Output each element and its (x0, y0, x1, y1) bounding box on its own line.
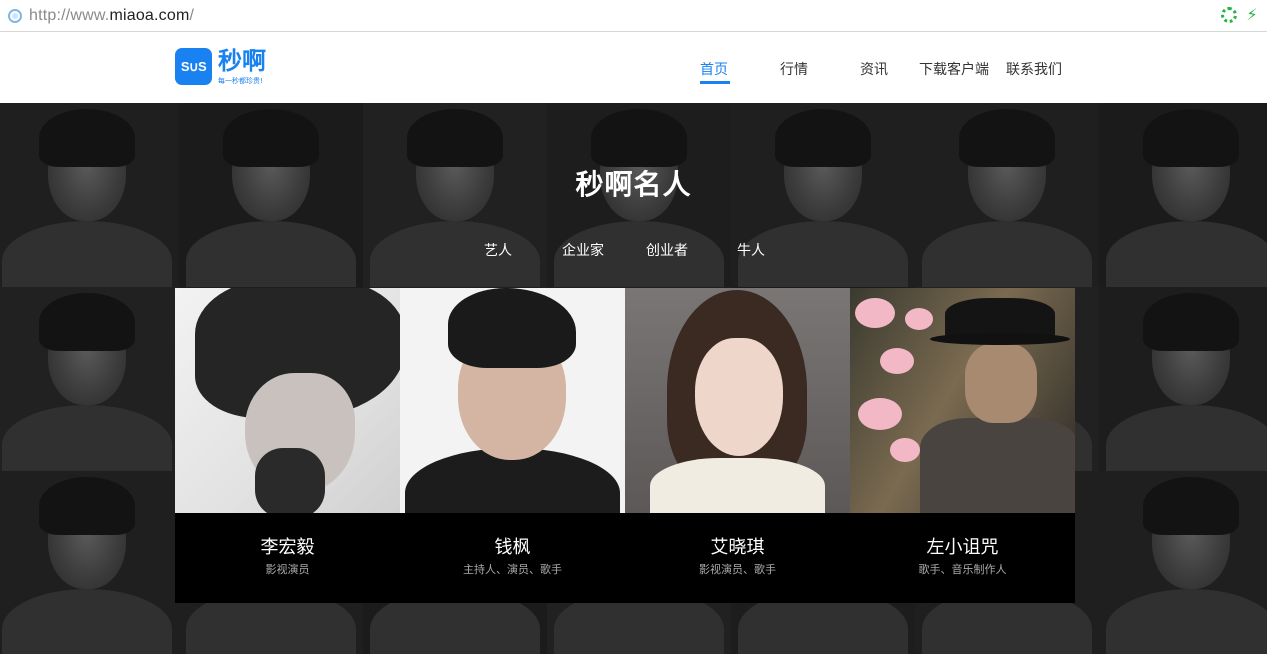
celebrity-card[interactable]: 李宏毅 影视演员 (175, 288, 400, 603)
celebrity-role: 影视演员 (265, 563, 310, 576)
site-logo[interactable]: S∪S 秒啊 每一秒都珍贵! (175, 48, 266, 86)
celebrity-name: 艾晓琪 (710, 537, 765, 558)
site-header: S∪S 秒啊 每一秒都珍贵! 首页 行情 资讯 下载客户端 联系我们 (0, 33, 1267, 103)
browser-address-bar[interactable]: http://www.miaoa.com/ ⚡ (0, 0, 1267, 32)
extension-icon[interactable] (1221, 7, 1237, 23)
tab-founders[interactable]: 创业者 (646, 240, 688, 260)
nav-item-download-client[interactable]: 下载客户端 (919, 59, 989, 79)
category-tabs: 艺人 企业家 创业者 牛人 (0, 240, 1267, 260)
nav-item-contact-us[interactable]: 联系我们 (1006, 59, 1062, 79)
celebrity-card[interactable]: 左小诅咒 歌手、音乐制作人 (850, 288, 1075, 603)
tab-artists[interactable]: 艺人 (484, 240, 512, 260)
celebrity-name: 钱枫 (494, 537, 531, 558)
logo-name: 秒啊 (218, 47, 266, 75)
celebrity-name: 李宏毅 (260, 537, 315, 558)
logo-badge-icon: S∪S (175, 48, 212, 85)
celebrity-photo (625, 288, 850, 513)
url-scheme: http://www. (29, 6, 110, 24)
hero-title: 秒啊名人 (575, 168, 692, 201)
nav-item-news[interactable]: 资讯 (860, 59, 888, 79)
celebrity-photo (850, 288, 1075, 513)
nav-item-market[interactable]: 行情 (780, 59, 808, 79)
celebrity-name: 左小诅咒 (926, 537, 999, 558)
celebrity-card[interactable]: 艾晓琪 影视演员、歌手 (625, 288, 850, 603)
celebrity-card[interactable]: 钱枫 主持人、演员、歌手 (400, 288, 625, 603)
celebrity-role: 主持人、演员、歌手 (463, 563, 562, 576)
celebrity-role: 影视演员、歌手 (699, 563, 776, 576)
page-loading-icon (8, 8, 22, 23)
url-path: / (189, 6, 195, 24)
celebrity-hero: 秒啊名人 艺人 企业家 创业者 牛人 李宏毅 影视演员 钱枫 主持人、演员、歌手… (0, 103, 1267, 654)
celebrity-photo (400, 288, 625, 513)
url-host: miaoa.com (109, 6, 190, 24)
url-field[interactable]: http://www.miaoa.com/ (29, 7, 194, 25)
lightning-icon[interactable]: ⚡ (1245, 6, 1259, 24)
tab-experts[interactable]: 牛人 (737, 240, 765, 260)
tab-entrepreneurs[interactable]: 企业家 (562, 240, 604, 260)
nav-item-home[interactable]: 首页 (700, 59, 728, 79)
celebrity-role: 歌手、音乐制作人 (918, 563, 1007, 576)
celebrity-photo (175, 288, 400, 513)
nav-active-indicator (700, 81, 730, 84)
logo-slogan: 每一秒都珍贵! (218, 77, 263, 85)
celebrity-cards: 李宏毅 影视演员 钱枫 主持人、演员、歌手 艾晓琪 影视演员、歌手 左小诅咒 歌… (175, 288, 1075, 603)
